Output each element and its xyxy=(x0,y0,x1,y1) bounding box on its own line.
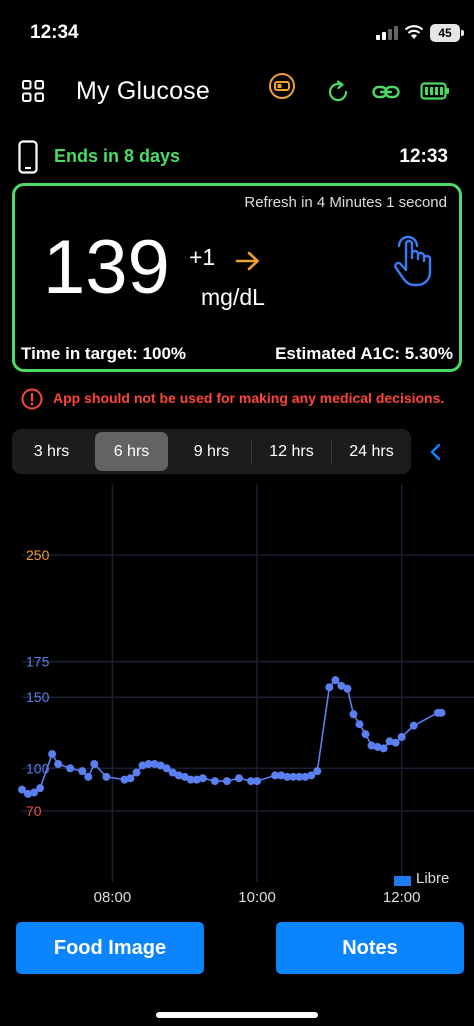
data-point xyxy=(331,676,340,685)
info-warning-icon xyxy=(21,388,43,410)
y-tick-label: 70 xyxy=(26,803,42,819)
link-icon[interactable] xyxy=(372,80,400,104)
data-point xyxy=(355,720,364,729)
battery-indicator: 45 xyxy=(430,24,464,42)
home-indicator xyxy=(156,1012,318,1018)
arrow-right-icon xyxy=(235,251,259,271)
medical-warning: App should not be used for making any me… xyxy=(53,390,445,406)
status-bar: 12:34 45 xyxy=(0,0,474,60)
wifi-icon xyxy=(404,25,424,39)
status-time: 12:34 xyxy=(30,22,79,43)
y-tick-label: 100 xyxy=(26,760,50,776)
tab-divider xyxy=(251,439,252,464)
data-point xyxy=(343,684,352,693)
y-tick-label: 175 xyxy=(26,654,50,670)
estimated-a1c: Estimated A1C: 5.30% xyxy=(275,344,453,363)
y-tick-label: 150 xyxy=(26,689,50,705)
header: My Glucose xyxy=(0,64,474,120)
tab-3-hrs[interactable]: 3 hrs xyxy=(15,432,88,471)
data-point xyxy=(349,710,358,719)
data-point xyxy=(379,744,388,753)
y-tick-label: 250 xyxy=(26,547,50,563)
x-tick-label: 12:00 xyxy=(383,889,421,906)
data-point xyxy=(54,760,63,769)
data-point xyxy=(391,738,400,747)
tab-24-hrs[interactable]: 24 hrs xyxy=(335,432,408,471)
data-point xyxy=(253,777,262,786)
sensor-icon[interactable] xyxy=(268,72,296,100)
data-point xyxy=(102,772,111,781)
tab-9-hrs[interactable]: 9 hrs xyxy=(175,432,248,471)
data-point xyxy=(90,760,99,769)
sensor-time: 12:33 xyxy=(399,146,448,167)
sensor-ends-label: Ends in 8 days xyxy=(54,146,181,166)
tab-6-hrs[interactable]: 6 hrs xyxy=(95,432,168,471)
time-range-selector: 3 hrs 6 hrs 9 hrs 12 hrs 24 hrs xyxy=(12,429,411,474)
data-point xyxy=(78,767,87,776)
glucose-reading-card: Refresh in 4 Minutes 1 second 139 +1 mg/… xyxy=(12,183,462,372)
data-point xyxy=(313,767,322,776)
data-point xyxy=(36,784,45,793)
glucose-delta: +1 xyxy=(189,244,216,270)
legend-label: Libre xyxy=(416,870,450,887)
data-point xyxy=(397,733,406,742)
data-point xyxy=(325,683,334,692)
data-point xyxy=(222,777,231,786)
tab-divider xyxy=(331,439,332,464)
data-point xyxy=(84,772,93,781)
time-in-target: Time in target: 100% xyxy=(21,344,187,363)
signal-icon xyxy=(376,26,398,40)
refresh-countdown: Refresh in 4 Minutes 1 second xyxy=(244,194,447,211)
phone-icon xyxy=(18,140,38,174)
glucose-value: 139 xyxy=(43,225,170,310)
tab-12-hrs[interactable]: 12 hrs xyxy=(255,432,328,471)
data-point xyxy=(437,708,446,717)
x-tick-label: 08:00 xyxy=(94,889,132,906)
notes-button[interactable]: Notes xyxy=(276,922,464,974)
data-point xyxy=(361,730,370,739)
data-point xyxy=(210,777,219,786)
glucose-chart: 08:00 10:00 12:00 250 175 150 100 70 xyxy=(18,484,474,906)
data-point xyxy=(132,768,141,777)
data-point xyxy=(409,721,418,730)
data-point xyxy=(66,764,75,773)
data-point xyxy=(48,750,57,759)
battery-icon[interactable] xyxy=(420,81,450,101)
page-title: My Glucose xyxy=(76,77,210,105)
data-point xyxy=(198,774,207,783)
legend-swatch xyxy=(394,876,411,886)
chevron-left-icon[interactable] xyxy=(428,440,444,464)
data-point xyxy=(126,774,135,783)
food-image-button[interactable]: Food Image xyxy=(16,922,204,974)
data-point xyxy=(234,774,243,783)
x-tick-label: 10:00 xyxy=(238,889,276,906)
grid-menu-icon[interactable] xyxy=(22,80,44,102)
refresh-icon[interactable] xyxy=(326,80,350,104)
glucose-unit: mg/dL xyxy=(201,284,265,310)
hand-touch-icon[interactable] xyxy=(389,232,435,288)
